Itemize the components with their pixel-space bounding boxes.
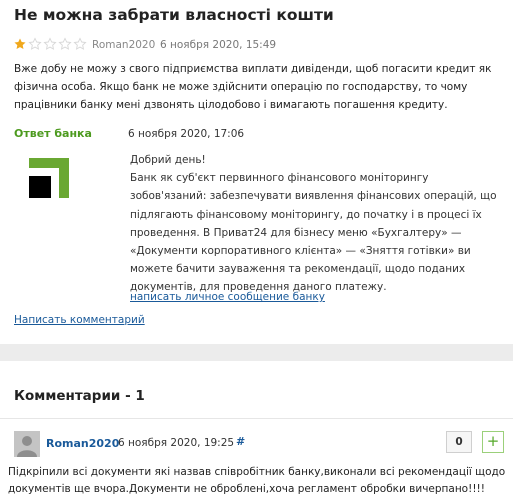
comment-author[interactable]: Roman2020 — [46, 437, 119, 450]
star-empty-icon — [73, 37, 87, 50]
write-comment-link[interactable]: Написать комментарий — [14, 314, 145, 326]
section-separator — [0, 344, 513, 361]
privatbank-logo-icon — [21, 153, 74, 205]
review-title: Не можна забрати власності кошти — [14, 6, 334, 24]
logo-black-square — [29, 176, 51, 198]
avatar — [14, 431, 40, 457]
comments-divider — [0, 418, 513, 419]
star-filled-icon — [14, 38, 26, 50]
vote-count: 0 — [446, 431, 472, 453]
star-empty-icon — [58, 37, 72, 50]
rating-stars — [13, 37, 87, 51]
comment-permalink[interactable]: # — [236, 435, 245, 448]
comment-text: Підкріпили всі документи які назвав спів… — [8, 466, 506, 495]
star-empty-icon — [43, 37, 57, 50]
review-author[interactable]: Roman2020 — [92, 39, 155, 51]
bank-answer-body: Банк як суб'єкт первинного фінансового м… — [130, 172, 497, 294]
review-date: 6 ноября 2020, 15:49 — [160, 39, 277, 51]
user-avatar-icon — [14, 431, 40, 457]
comments-title: Комментарии - 1 — [14, 388, 145, 404]
bank-answer-label: Ответ банка — [14, 127, 92, 140]
private-message-link[interactable]: написать личное сообщение банку — [130, 291, 325, 303]
vote-plus-button[interactable]: + — [482, 431, 504, 453]
bank-answer-greeting: Добрий день! — [130, 154, 206, 166]
bank-answer-text: Добрий день! Банк як суб'єкт первинного … — [130, 151, 500, 297]
star-empty-icon — [28, 37, 42, 50]
review-text: Вже добу не можу з свого підприємства ви… — [14, 63, 492, 111]
bank-answer-date: 6 ноября 2020, 17:06 — [128, 128, 245, 140]
comment-date: 6 ноября 2020, 19:25 — [118, 437, 235, 449]
